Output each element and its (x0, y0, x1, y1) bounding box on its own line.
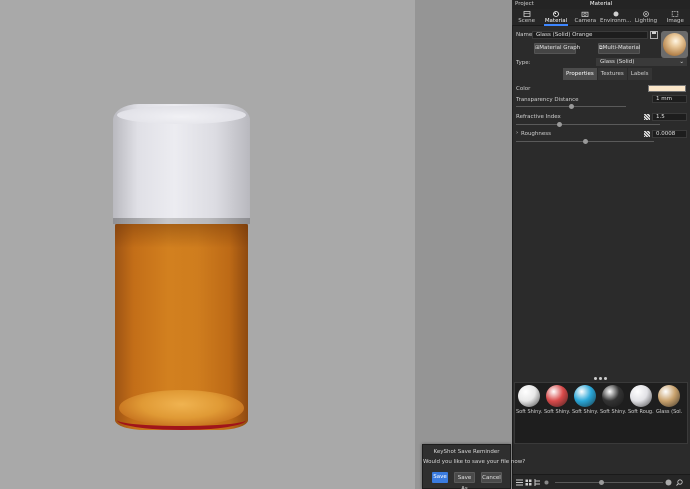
swatch-name: Soft Shiny... (544, 409, 570, 415)
swatch-name: Soft Shiny... (572, 409, 598, 415)
subtab-labels[interactable]: Labels (627, 68, 652, 80)
save-as-button[interactable]: Save As (454, 472, 475, 489)
glass-base-rim (117, 410, 246, 430)
tab-label: Environm... (599, 18, 632, 24)
tab-scene[interactable]: Scene (512, 9, 541, 25)
material-preview[interactable] (661, 31, 688, 58)
swatch-ball (518, 385, 540, 407)
texture-map-icon[interactable] (644, 114, 650, 120)
library-swatch[interactable]: Soft Shiny... (544, 385, 570, 415)
thumbnail-size-slider[interactable] (555, 480, 663, 485)
chevron-down-icon: ⌄ (679, 59, 684, 65)
refractive-index-field[interactable]: 1.5 (652, 113, 687, 121)
tab-material[interactable]: Material (541, 9, 570, 26)
refractive-index-slider-handle[interactable] (556, 122, 562, 127)
save-material-icon[interactable] (650, 31, 658, 39)
library-swatch[interactable]: Soft Shiny... (600, 385, 626, 415)
image-icon (672, 11, 679, 17)
swatch-ball (602, 385, 624, 407)
panel-header: Project Material (512, 0, 690, 9)
thumbnail-size-handle[interactable] (599, 480, 604, 485)
list-view-icon[interactable] (516, 479, 523, 486)
tab-image[interactable]: Image (661, 9, 690, 25)
library-swatch[interactable]: Soft Roug... (628, 385, 654, 415)
material-graph-label: Material Graph (539, 45, 581, 51)
texture-map-icon[interactable] (644, 131, 650, 137)
type-value: Glass (Solid) (600, 59, 635, 65)
subtab-textures[interactable]: Textures (597, 68, 627, 80)
roughness-label: Roughness (521, 131, 552, 137)
save-reminder-dialog: KeyShot Save Reminder Would you like to … (422, 444, 526, 489)
material-type-select[interactable]: Glass (Solid) ⌄ (596, 58, 687, 66)
dialog-title: KeyShot Save Reminder (433, 449, 500, 455)
material-icon (553, 11, 559, 17)
tab-label: Camera (574, 18, 597, 24)
library-swatch[interactable]: Soft Shiny... (572, 385, 598, 415)
multi-material-button[interactable]: ⧉Multi-Material (598, 43, 640, 54)
tab-environment[interactable]: Environm... (600, 9, 631, 25)
render-viewport[interactable] (0, 0, 415, 489)
color-swatch[interactable] (648, 85, 686, 92)
scene-icon (523, 11, 531, 17)
transparency-label: Transparency Distance (516, 97, 579, 103)
roughness-slider-handle[interactable] (582, 139, 588, 144)
swatch-ball (658, 385, 680, 407)
cap-rim (113, 218, 250, 224)
library-drag-handle[interactable] (594, 377, 607, 380)
save-button[interactable]: Save (432, 472, 448, 483)
library-swatch[interactable]: Glass (Sol... (656, 385, 682, 415)
dialog-message: Would you like to save your file now? (423, 459, 526, 465)
small-thumbnail-icon[interactable] (543, 479, 550, 486)
library-swatch[interactable]: Soft Shiny... (516, 385, 542, 415)
bottle-cap (113, 104, 250, 222)
tab-camera[interactable]: Camera (571, 9, 600, 25)
refractive-index-label: Refractive Index (516, 114, 561, 120)
subtab-properties[interactable]: Properties (563, 68, 597, 80)
cancel-button[interactable]: Cancel (481, 472, 502, 483)
chevron-right-icon[interactable]: › (516, 130, 518, 136)
camera-icon (581, 11, 589, 17)
bottle-model[interactable] (113, 104, 250, 430)
viewport-gutter (415, 0, 512, 489)
roughness-slider[interactable] (516, 139, 654, 144)
swatch-ball (546, 385, 568, 407)
glass-shadow (115, 224, 248, 248)
grid-view-icon[interactable] (525, 479, 532, 486)
transparency-slider[interactable] (516, 104, 626, 109)
color-label: Color (516, 86, 531, 92)
large-thumbnail-icon[interactable] (665, 479, 672, 486)
refractive-index-slider[interactable] (516, 122, 660, 127)
lighting-icon (643, 11, 649, 17)
multi-material-label: Multi-Material (602, 45, 641, 51)
tab-label: Lighting (634, 18, 658, 24)
environment-icon (613, 11, 619, 17)
panel-tabs: Scene Material Camera Environm... Lighti… (512, 9, 690, 26)
material-subtabs: Properties Textures Labels (563, 68, 652, 80)
panel-title: Material (589, 1, 613, 7)
cap-top (117, 106, 246, 124)
library-toolbar (513, 474, 690, 489)
search-icon[interactable] (676, 479, 683, 486)
swatch-name: Soft Shiny... (600, 409, 626, 415)
tab-label: Scene (518, 18, 536, 24)
tab-label: Image (666, 18, 684, 24)
swatch-name: Soft Roug... (628, 409, 654, 415)
swatch-ball (630, 385, 652, 407)
material-name-field[interactable]: Glass (Solid) Orange (532, 31, 648, 39)
swatch-name: Soft Shiny... (516, 409, 542, 415)
tab-label: Material (544, 18, 568, 24)
preview-sphere (663, 33, 686, 56)
material-graph-button[interactable]: ⊞Material Graph (534, 43, 580, 54)
tree-view-icon[interactable] (534, 479, 541, 486)
tab-lighting[interactable]: Lighting (631, 9, 660, 25)
roughness-field[interactable]: 0.0008 (652, 130, 687, 138)
type-label: Type: (516, 60, 531, 66)
swatch-name: Glass (Sol... (656, 409, 682, 415)
transparency-slider-handle[interactable] (568, 104, 574, 109)
transparency-value-field[interactable]: 1 mm (652, 95, 687, 103)
swatch-ball (574, 385, 596, 407)
